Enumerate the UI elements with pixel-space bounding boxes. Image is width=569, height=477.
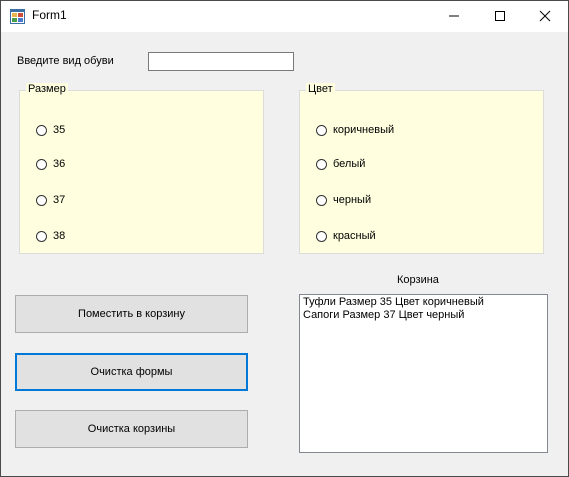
- close-button[interactable]: [522, 1, 568, 32]
- color-radio-black[interactable]: черный: [316, 194, 371, 206]
- minimize-icon: [448, 7, 460, 26]
- form1-window: Form1 Введите вид обуви Размер 35 36 37 …: [0, 0, 569, 477]
- radio-button-circle[interactable]: [316, 158, 327, 170]
- shoe-type-input[interactable]: [148, 52, 294, 71]
- size-radio-37[interactable]: 37: [36, 194, 65, 206]
- size-option-label: 36: [53, 158, 66, 170]
- radio-button-circle[interactable]: [36, 230, 47, 242]
- shoe-type-label: Введите вид обуви: [17, 55, 114, 67]
- title-bar[interactable]: Form1: [1, 1, 568, 32]
- minimize-button[interactable]: [431, 1, 477, 32]
- radio-button-circle[interactable]: [36, 194, 47, 206]
- size-group-title: Размер: [26, 83, 68, 95]
- color-radio-white[interactable]: белый: [316, 158, 365, 170]
- color-option-label: черный: [333, 194, 372, 206]
- size-groupbox: Размер 35 36 37 38: [19, 83, 264, 254]
- radio-button-circle[interactable]: [36, 124, 47, 136]
- color-radio-red[interactable]: красный: [316, 230, 376, 242]
- color-option-label: белый: [333, 158, 366, 170]
- radio-button-circle[interactable]: [36, 158, 47, 170]
- color-option-label: красный: [333, 230, 376, 242]
- maximize-icon: [494, 7, 506, 26]
- radio-button-circle[interactable]: [316, 124, 327, 136]
- size-radio-35[interactable]: 35: [36, 124, 65, 136]
- color-option-label: коричневый: [333, 124, 395, 136]
- radio-button-circle[interactable]: [316, 230, 327, 242]
- size-option-label: 37: [53, 194, 66, 206]
- size-option-label: 35: [53, 124, 66, 136]
- color-groupbox: Цвет коричневый белый черный красный: [299, 83, 544, 254]
- list-item[interactable]: Сапоги Размер 37 Цвет черный: [303, 309, 544, 322]
- color-group-title: Цвет: [306, 83, 335, 95]
- radio-button-circle[interactable]: [316, 194, 327, 206]
- form-client-area: Введите вид обуви Размер 35 36 37 38 Цве…: [1, 32, 568, 476]
- clear-form-button[interactable]: Очистка формы: [15, 353, 248, 391]
- size-radio-38[interactable]: 38: [36, 230, 65, 242]
- add-to-cart-button[interactable]: Поместить в корзину: [15, 295, 248, 333]
- size-option-label: 38: [53, 230, 66, 242]
- size-radio-36[interactable]: 36: [36, 158, 65, 170]
- clear-cart-button[interactable]: Очистка корзины: [15, 410, 248, 448]
- close-icon: [539, 7, 551, 26]
- maximize-button[interactable]: [477, 1, 523, 32]
- list-item[interactable]: Туфли Размер 35 Цвет коричневый: [303, 296, 544, 309]
- cart-title: Корзина: [397, 274, 439, 286]
- cart-listbox[interactable]: Туфли Размер 35 Цвет коричневый Сапоги Р…: [299, 294, 548, 453]
- window-title: Form1: [32, 8, 67, 22]
- color-radio-brown[interactable]: коричневый: [316, 124, 394, 136]
- form-app-icon: [10, 9, 25, 24]
